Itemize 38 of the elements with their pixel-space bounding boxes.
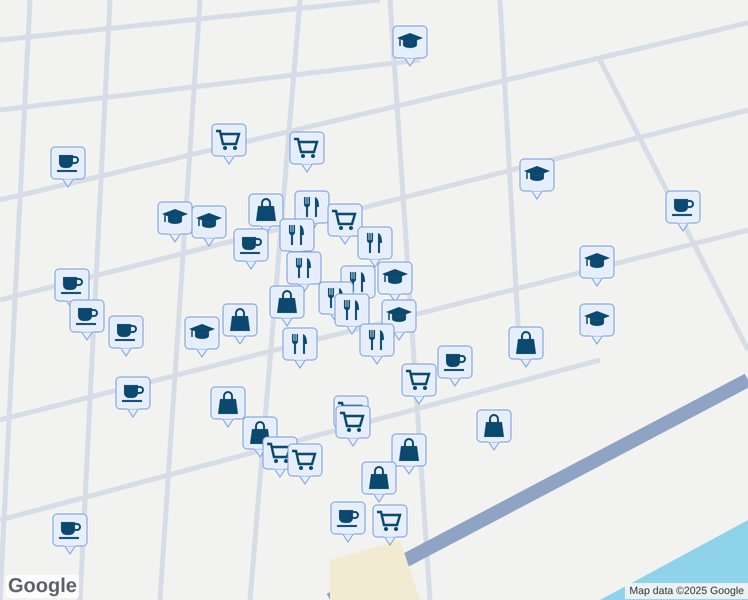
graduation-cap-marker[interactable] (184, 316, 220, 358)
cart-marker[interactable] (401, 363, 437, 405)
bag-marker[interactable] (476, 409, 512, 451)
cart-marker[interactable] (327, 203, 363, 245)
bag-marker[interactable] (210, 386, 246, 428)
cart-marker[interactable] (287, 443, 323, 485)
fork-knife-marker[interactable] (359, 323, 395, 365)
attribution-text: Map data ©2025 Google (625, 583, 748, 599)
graduation-cap-marker[interactable] (381, 299, 417, 341)
cup-marker[interactable] (665, 190, 701, 232)
bag-marker[interactable] (361, 461, 397, 503)
cart-marker[interactable] (372, 504, 408, 546)
bag-marker[interactable] (222, 303, 258, 345)
cup-marker[interactable] (115, 376, 151, 418)
cup-marker[interactable] (69, 299, 105, 341)
bag-marker[interactable] (508, 326, 544, 368)
graduation-cap-marker[interactable] (579, 245, 615, 287)
cart-marker[interactable] (335, 405, 371, 447)
google-logo: Google (6, 575, 79, 598)
cup-marker[interactable] (108, 315, 144, 357)
graduation-cap-marker[interactable] (519, 158, 555, 200)
cup-marker[interactable] (52, 513, 88, 555)
graduation-cap-marker[interactable] (191, 205, 227, 247)
fork-knife-marker[interactable] (357, 226, 393, 268)
graduation-cap-marker[interactable] (392, 25, 428, 67)
cart-marker[interactable] (289, 131, 325, 173)
graduation-cap-marker[interactable] (157, 201, 193, 243)
cup-marker[interactable] (330, 501, 366, 543)
fork-knife-marker[interactable] (334, 293, 370, 335)
cup-marker[interactable] (50, 146, 86, 188)
cup-marker[interactable] (437, 345, 473, 387)
fork-knife-marker[interactable] (282, 327, 318, 369)
fork-knife-marker[interactable] (286, 251, 322, 293)
cup-marker[interactable] (233, 228, 269, 270)
bag-marker[interactable] (391, 433, 427, 475)
cart-marker[interactable] (211, 123, 247, 165)
graduation-cap-marker[interactable] (579, 303, 615, 345)
bag-marker[interactable] (269, 285, 305, 327)
